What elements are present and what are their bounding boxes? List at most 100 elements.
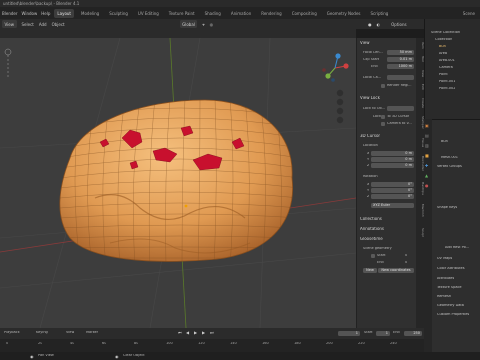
- ntab-tool[interactable]: Tool: [416, 56, 424, 62]
- color-attributes-section[interactable]: Color Attributes: [437, 267, 465, 271]
- mesh-data-properties-icon[interactable]: ▲: [425, 173, 428, 178]
- transform-orientation-dropdown[interactable]: Global: [179, 20, 198, 28]
- tab-rendering[interactable]: Rendering: [258, 9, 284, 18]
- ntab-stamper[interactable]: Stamper: [416, 116, 424, 129]
- current-frame-field[interactable]: 1: [338, 331, 360, 336]
- 3d-viewport[interactable]: [0, 38, 356, 328]
- ntab-hardops[interactable]: HardOps: [416, 182, 424, 195]
- ntab-item[interactable]: Item: [416, 42, 424, 49]
- ntab-tissue[interactable]: Tissue: [416, 138, 424, 147]
- modifier-properties-icon[interactable]: ✚: [425, 163, 428, 168]
- outliner-item-point-002[interactable]: Point.002: [439, 87, 455, 91]
- props-mesh-name[interactable]: Mesh.001: [441, 156, 458, 160]
- ntab-machin3[interactable]: Machin3: [416, 204, 424, 217]
- tool-properties-icon[interactable]: ▣: [425, 123, 429, 128]
- viewport-nav-buttons[interactable]: [336, 89, 344, 124]
- jump-end-icon[interactable]: ⏭: [210, 330, 214, 335]
- 3d-cursor-section-header[interactable]: 3D Cursor: [360, 134, 380, 138]
- camera-to-view-checkbox[interactable]: [381, 122, 385, 126]
- keying-menu[interactable]: Keying: [36, 331, 48, 335]
- tab-modeling[interactable]: Modeling: [78, 9, 102, 18]
- lock-to-object-field[interactable]: [387, 106, 414, 111]
- shading-solid-icon[interactable]: ●: [368, 22, 372, 27]
- focal-length-field[interactable]: 50 mm: [387, 50, 414, 55]
- next-keyframe-icon[interactable]: ▶: [202, 330, 205, 335]
- outliner-item-point-001[interactable]: Point.001: [439, 80, 455, 84]
- light-gizmo[interactable]: [4, 48, 12, 78]
- outliner-item-point[interactable]: Point: [439, 73, 448, 77]
- ntab-view[interactable]: View: [416, 70, 424, 77]
- outliner-item-camera[interactable]: Camera: [439, 66, 453, 70]
- cursor-rotation-z-field[interactable]: 0°: [371, 194, 414, 199]
- menu-help[interactable]: Help: [41, 11, 50, 16]
- cursor-location-y-field[interactable]: 0 m: [371, 157, 414, 162]
- tab-compositing[interactable]: Compositing: [289, 9, 320, 18]
- add-rest-position-label[interactable]: Add Rest Po...: [445, 246, 469, 250]
- tab-geometry-nodes[interactable]: Geometry Nodes: [324, 9, 364, 18]
- texture-space-section[interactable]: Texture Space: [437, 286, 462, 290]
- uv-maps-section[interactable]: UV Maps: [437, 257, 452, 261]
- jump-start-icon[interactable]: ⏮: [178, 330, 182, 335]
- end-frame-field[interactable]: 250: [404, 331, 422, 336]
- annotations-section-header[interactable]: Annotations: [360, 227, 384, 231]
- clip-start-field[interactable]: 0.01 m: [387, 57, 414, 62]
- collections-section-header[interactable]: Collections: [360, 217, 382, 221]
- start-checkbox[interactable]: [371, 254, 375, 258]
- tab-texture-paint[interactable]: Texture Paint: [166, 9, 198, 18]
- outliner-item-collection[interactable]: Collection: [435, 38, 452, 42]
- cursor-location-x-field[interactable]: 0 m: [371, 151, 414, 156]
- proportional-edit-icon[interactable]: ◎: [210, 22, 214, 27]
- tab-uv-editing[interactable]: UV Editing: [135, 9, 162, 18]
- gloosetime-section-header[interactable]: Gloosetime: [360, 237, 383, 241]
- cursor-location-z-field[interactable]: 0 m: [371, 163, 414, 168]
- snap-icon[interactable]: ⌖: [202, 22, 204, 27]
- render-region-checkbox[interactable]: [381, 84, 385, 88]
- ntab-sculpt[interactable]: Sculpt: [416, 228, 424, 237]
- object-menu[interactable]: Object: [52, 22, 65, 27]
- outliner-scene-collection[interactable]: Scene Collection: [431, 31, 460, 35]
- attributes-section[interactable]: Attributes: [437, 277, 454, 281]
- add-menu[interactable]: Add: [39, 22, 47, 27]
- ntab-boxcutter[interactable]: BoxCutter: [416, 156, 424, 171]
- custom-properties-section[interactable]: Custom Properties: [437, 313, 469, 317]
- tab-shading[interactable]: Shading: [202, 9, 224, 18]
- rotation-mode-dropdown[interactable]: XYZ Euler: [371, 203, 414, 208]
- output-properties-icon[interactable]: ▥: [425, 143, 429, 148]
- cursor-rotation-x-field[interactable]: 0°: [371, 182, 414, 187]
- navigation-gizmo[interactable]: [322, 53, 349, 82]
- options-menu[interactable]: Options: [391, 22, 406, 27]
- cursor-rotation-y-field[interactable]: 0°: [371, 188, 414, 193]
- vertex-groups-section[interactable]: Vertex Groups: [437, 165, 462, 169]
- viewport-canvas[interactable]: [0, 38, 356, 328]
- tab-layout[interactable]: Layout: [54, 8, 75, 18]
- menu-window[interactable]: Window: [22, 11, 38, 16]
- start-frame-field[interactable]: 1: [376, 331, 390, 336]
- select-menu[interactable]: Select: [22, 22, 34, 27]
- marker-menu[interactable]: Marker: [86, 331, 98, 335]
- timeline-frame-ruler[interactable]: 0 20 40 60 80 100 120 140 160 180 200 22…: [0, 339, 424, 352]
- object-properties-icon[interactable]: ■: [425, 153, 429, 158]
- view-lock-section-header[interactable]: View Lock: [360, 96, 380, 100]
- new-button[interactable]: New: [363, 268, 377, 273]
- remesh-section[interactable]: Remesh: [437, 295, 451, 299]
- clip-end-field[interactable]: 1000 m: [387, 64, 414, 69]
- outliner-item-area[interactable]: Area: [439, 52, 447, 56]
- menu-blender[interactable]: Blender: [2, 11, 18, 16]
- outliner-item-bun[interactable]: Bun: [439, 45, 446, 49]
- view-section-header[interactable]: View: [360, 41, 370, 45]
- props-object-name[interactable]: Bun: [441, 140, 448, 144]
- playback-menu[interactable]: Playback: [4, 331, 20, 335]
- material-properties-icon[interactable]: ●: [425, 183, 429, 188]
- new-coordinates-button[interactable]: New coordinates: [378, 268, 414, 273]
- to-3d-cursor-checkbox[interactable]: [381, 115, 385, 119]
- timeline-view-menu[interactable]: View: [66, 331, 74, 335]
- ntab-create[interactable]: Create: [416, 98, 424, 108]
- shape-keys-section[interactable]: Shape Keys: [437, 206, 457, 210]
- shading-material-icon[interactable]: ◐: [377, 22, 381, 27]
- tab-sculpting[interactable]: Sculpting: [106, 9, 131, 18]
- tab-scripting[interactable]: Scripting: [368, 9, 392, 18]
- ntab-edit[interactable]: Edit: [416, 84, 424, 90]
- scene-selector[interactable]: Scene: [460, 9, 478, 18]
- local-camera-field[interactable]: [387, 75, 414, 80]
- outliner-item-area-001[interactable]: Area.001: [439, 59, 455, 63]
